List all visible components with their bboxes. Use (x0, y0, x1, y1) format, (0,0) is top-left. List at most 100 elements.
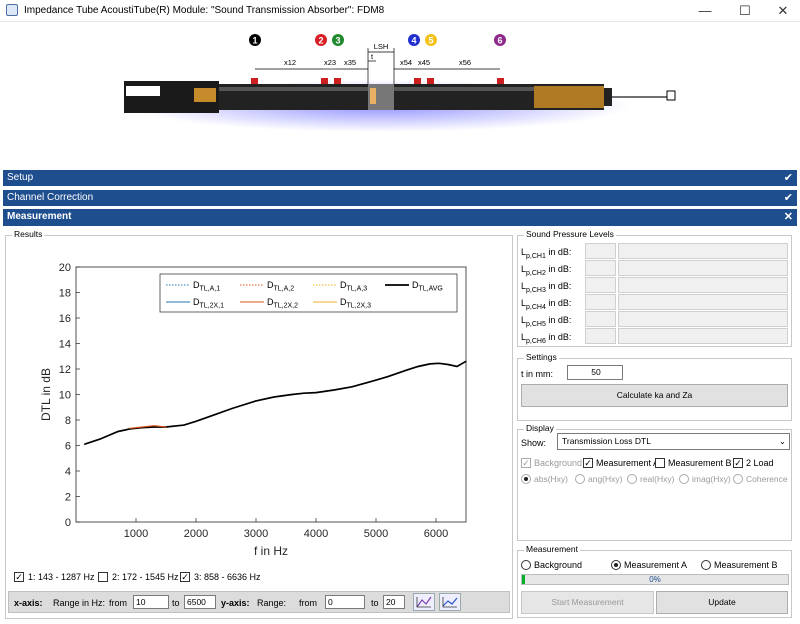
range-2-checkbox[interactable] (98, 572, 108, 582)
spl-value-field (585, 294, 616, 310)
spl-value-field (585, 311, 616, 327)
y-axis-label: y-axis: (221, 598, 250, 608)
close-button[interactable]: ✕ (766, 0, 800, 22)
y-tick-label: 10 (59, 390, 71, 402)
measurement-radio-label: Measurement B (714, 560, 778, 570)
measurement-radio-1[interactable] (611, 560, 621, 570)
dimension-label: x56 (459, 58, 471, 67)
mic-badge-number: 2 (318, 36, 323, 46)
measurement-section-header[interactable]: Measurement ✕ (3, 209, 797, 226)
x-tick-label: 2000 (184, 528, 208, 540)
display-radio-2[interactable] (627, 474, 637, 484)
y-tick-label: 18 (59, 288, 71, 300)
channel-correction-section-title: Channel Correction (7, 192, 94, 203)
measurement-radio-label: Background (534, 560, 583, 570)
channel-correction-section-header[interactable]: Channel Correction ✔ (3, 190, 797, 206)
data-point (405, 369, 407, 371)
spl-row-label: Lp,CH1 in dB: (521, 247, 572, 260)
range-2-label: 2: 172 - 1545 Hz (112, 572, 179, 582)
show-select[interactable]: Transmission Loss DTL ⌄ (557, 433, 790, 450)
data-point (465, 360, 467, 362)
progress-text: 0% (649, 575, 661, 584)
spl-row-label: Lp,CH6 in dB: (521, 332, 572, 345)
data-point (315, 391, 317, 394)
show-select-value: Transmission Loss DTL (562, 436, 651, 446)
collapse-check-icon[interactable]: ✔ (784, 170, 793, 186)
x-tick-label: 6000 (424, 528, 448, 540)
display-radio-1[interactable] (575, 474, 585, 484)
measurement-radio-2[interactable] (701, 560, 711, 570)
spl-level-bar (618, 243, 788, 259)
data-point (333, 389, 335, 391)
measurement-progress: 0% (521, 574, 789, 585)
x-tick-label: 3000 (244, 528, 268, 540)
display-checkbox-label: 2 Load (746, 458, 774, 468)
display-radio-label: ang(Hxy) (588, 474, 623, 484)
settings-group-label: Settings (524, 352, 559, 362)
display-radio-4[interactable] (733, 474, 743, 484)
x-from-input[interactable]: 10 (133, 595, 169, 609)
collapse-check-icon[interactable]: ✔ (784, 190, 793, 206)
mic-badge-number: 4 (411, 36, 416, 46)
minimize-button[interactable]: — (688, 0, 722, 22)
t-input[interactable]: 50 (567, 365, 623, 380)
range-3-label: 3: 858 - 6636 Hz (194, 572, 261, 582)
data-point (273, 396, 275, 398)
close-section-icon[interactable]: ✕ (784, 209, 793, 225)
spl-value-field (585, 243, 616, 259)
dimension-label: x12 (284, 58, 296, 67)
dimension-label: x23 (324, 58, 336, 67)
display-checkbox-label: Measurement B (668, 458, 732, 468)
display-checkbox-3[interactable]: ✓ (733, 458, 743, 468)
display-radios: abs(Hxy) ang(Hxy) real(Hxy) imag(Hxy) Cohere… (521, 473, 791, 487)
y-to-input[interactable]: 20 (383, 595, 405, 609)
start-measurement-button[interactable]: Start Measurement (521, 591, 654, 614)
data-point (99, 438, 101, 440)
data-point (303, 392, 305, 394)
data-point (438, 362, 440, 364)
spl-value-field (585, 328, 616, 344)
setup-section-title: Setup (7, 172, 34, 183)
range-1-checkbox[interactable]: ✓ (14, 572, 24, 582)
zoom-reset-icon[interactable] (439, 593, 461, 611)
x-to-label: to (172, 598, 180, 608)
spl-level-bar (618, 294, 788, 310)
measurement-radio-0[interactable] (521, 560, 531, 570)
window-title: Impedance Tube AcoustiTube(R) Module: "S… (24, 5, 385, 16)
data-point (129, 427, 131, 429)
maximize-button[interactable]: ☐ (728, 0, 762, 22)
dimension-labels: x12 x23 x35 LSHt x54 x45 x56 (284, 42, 471, 67)
x-tick-label: 1000 (124, 528, 148, 540)
display-radio-3[interactable] (679, 474, 689, 484)
display-radio-label: real(Hxy) (640, 474, 675, 484)
data-point (429, 363, 431, 365)
mic-badge-number: 6 (497, 36, 502, 46)
measurement-group-label: Measurement (524, 544, 580, 554)
spl-group-label: Sound Pressure Levels (524, 229, 616, 239)
dimension-label: x35 (344, 58, 356, 67)
y-from-input[interactable]: 0 (325, 595, 365, 609)
measurement-section-title: Measurement (7, 211, 72, 222)
display-checkbox-1[interactable]: ✓ (583, 458, 593, 468)
mic-badge-number: 3 (335, 36, 340, 46)
display-checkbox-2[interactable] (655, 458, 665, 468)
setup-section-header[interactable]: Setup ✔ (3, 170, 797, 186)
update-button[interactable]: Update (656, 591, 788, 614)
zoom-in-icon[interactable] (413, 593, 435, 611)
y-to-label: to (371, 598, 379, 608)
display-radio-0[interactable] (521, 474, 531, 484)
data-point (153, 426, 155, 428)
transmission-loss-chart: 0 2 4 6 8 10 12 14 16 18 20 1000 2000 3000 4000 5000 600… (39, 262, 467, 558)
x-to-input[interactable]: 6500 (184, 595, 216, 609)
display-radio-label: abs(Hxy) (534, 474, 569, 484)
spl-row-label: Lp,CH3 in dB: (521, 281, 572, 294)
t-label: t in mm: (521, 369, 554, 379)
chevron-down-icon[interactable]: ⌄ (779, 434, 786, 449)
display-checkbox-0[interactable]: ✓ (521, 458, 531, 468)
range-3-checkbox[interactable]: ✓ (180, 572, 190, 582)
display-radio-label: imag(Hxy) (692, 474, 731, 484)
calculate-button[interactable]: Calculate ka and Za (521, 384, 788, 407)
spl-level-bar (618, 260, 788, 276)
results-group-label: Results (12, 229, 45, 239)
measurement-radio-label: Measurement A (624, 560, 688, 570)
